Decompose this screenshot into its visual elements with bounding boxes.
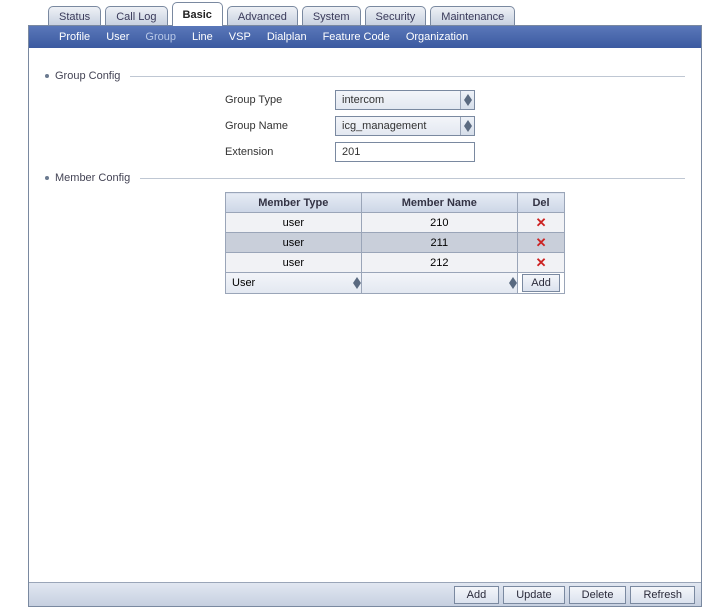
subnav-feature-code[interactable]: Feature Code bbox=[323, 31, 390, 43]
chevron-updown-icon bbox=[460, 91, 474, 109]
member-table: Member Type Member Name Del user 210 ✕ u… bbox=[225, 192, 565, 294]
main-panel: Profile User Group Line VSP Dialplan Fea… bbox=[28, 25, 702, 607]
select-group-type[interactable]: intercom bbox=[335, 90, 475, 110]
divider bbox=[130, 76, 685, 77]
add-button[interactable]: Add bbox=[454, 586, 500, 604]
table-row: user 211 ✕ bbox=[226, 233, 565, 253]
label-group-name: Group Name bbox=[225, 120, 335, 132]
subnav-organization[interactable]: Organization bbox=[406, 31, 468, 43]
chevron-updown-icon bbox=[509, 277, 517, 289]
subnav-vsp[interactable]: VSP bbox=[229, 31, 251, 43]
update-button[interactable]: Update bbox=[503, 586, 564, 604]
cell-member-type: user bbox=[226, 253, 362, 273]
divider bbox=[140, 178, 685, 179]
subnav-user[interactable]: User bbox=[106, 31, 129, 43]
subnav-group[interactable]: Group bbox=[145, 31, 176, 43]
bullet-icon bbox=[45, 74, 49, 78]
th-del: Del bbox=[518, 193, 565, 213]
th-member-type: Member Type bbox=[226, 193, 362, 213]
sub-nav: Profile User Group Line VSP Dialplan Fea… bbox=[29, 26, 701, 48]
bullet-icon bbox=[45, 176, 49, 180]
table-row: user 212 ✕ bbox=[226, 253, 565, 273]
tab-status[interactable]: Status bbox=[48, 6, 101, 26]
table-header-row: Member Type Member Name Del bbox=[226, 193, 565, 213]
tab-basic[interactable]: Basic bbox=[172, 2, 223, 26]
table-row: user 210 ✕ bbox=[226, 213, 565, 233]
select-add-member-type[interactable]: User bbox=[226, 273, 361, 293]
refresh-button[interactable]: Refresh bbox=[630, 586, 695, 604]
section-title-member: Member Config bbox=[55, 172, 130, 184]
select-group-name[interactable]: icg_management bbox=[335, 116, 475, 136]
tab-maintenance[interactable]: Maintenance bbox=[430, 6, 515, 26]
select-group-type-value: intercom bbox=[342, 94, 384, 106]
top-tabbar: Status Call Log Basic Advanced System Se… bbox=[28, 4, 704, 26]
footer-toolbar: Add Update Delete Refresh bbox=[29, 582, 701, 606]
cell-member-type: user bbox=[226, 213, 362, 233]
section-member-config: Member Config bbox=[45, 172, 685, 184]
section-title-group: Group Config bbox=[55, 70, 120, 82]
chevron-updown-icon bbox=[353, 277, 361, 289]
label-extension: Extension bbox=[225, 146, 335, 158]
cell-member-name: 211 bbox=[361, 233, 517, 253]
select-group-name-value: icg_management bbox=[342, 120, 426, 132]
tab-system[interactable]: System bbox=[302, 6, 361, 26]
tab-advanced[interactable]: Advanced bbox=[227, 6, 298, 26]
chevron-updown-icon bbox=[460, 117, 474, 135]
th-member-name: Member Name bbox=[361, 193, 517, 213]
input-extension[interactable] bbox=[335, 142, 475, 162]
table-add-row: User bbox=[226, 273, 565, 294]
add-member-button[interactable]: Add bbox=[522, 274, 560, 292]
tab-security[interactable]: Security bbox=[365, 6, 427, 26]
select-add-member-name[interactable] bbox=[362, 273, 517, 293]
select-add-member-type-value: User bbox=[232, 277, 255, 289]
delete-button[interactable]: Delete bbox=[569, 586, 627, 604]
delete-icon[interactable]: ✕ bbox=[536, 215, 547, 230]
section-group-config: Group Config bbox=[45, 70, 685, 82]
tab-call-log[interactable]: Call Log bbox=[105, 6, 167, 26]
label-group-type: Group Type bbox=[225, 94, 335, 106]
cell-member-type: user bbox=[226, 233, 362, 253]
cell-member-name: 210 bbox=[361, 213, 517, 233]
delete-icon[interactable]: ✕ bbox=[536, 235, 547, 250]
subnav-profile[interactable]: Profile bbox=[59, 31, 90, 43]
subnav-dialplan[interactable]: Dialplan bbox=[267, 31, 307, 43]
delete-icon[interactable]: ✕ bbox=[536, 255, 547, 270]
cell-member-name: 212 bbox=[361, 253, 517, 273]
subnav-line[interactable]: Line bbox=[192, 31, 213, 43]
